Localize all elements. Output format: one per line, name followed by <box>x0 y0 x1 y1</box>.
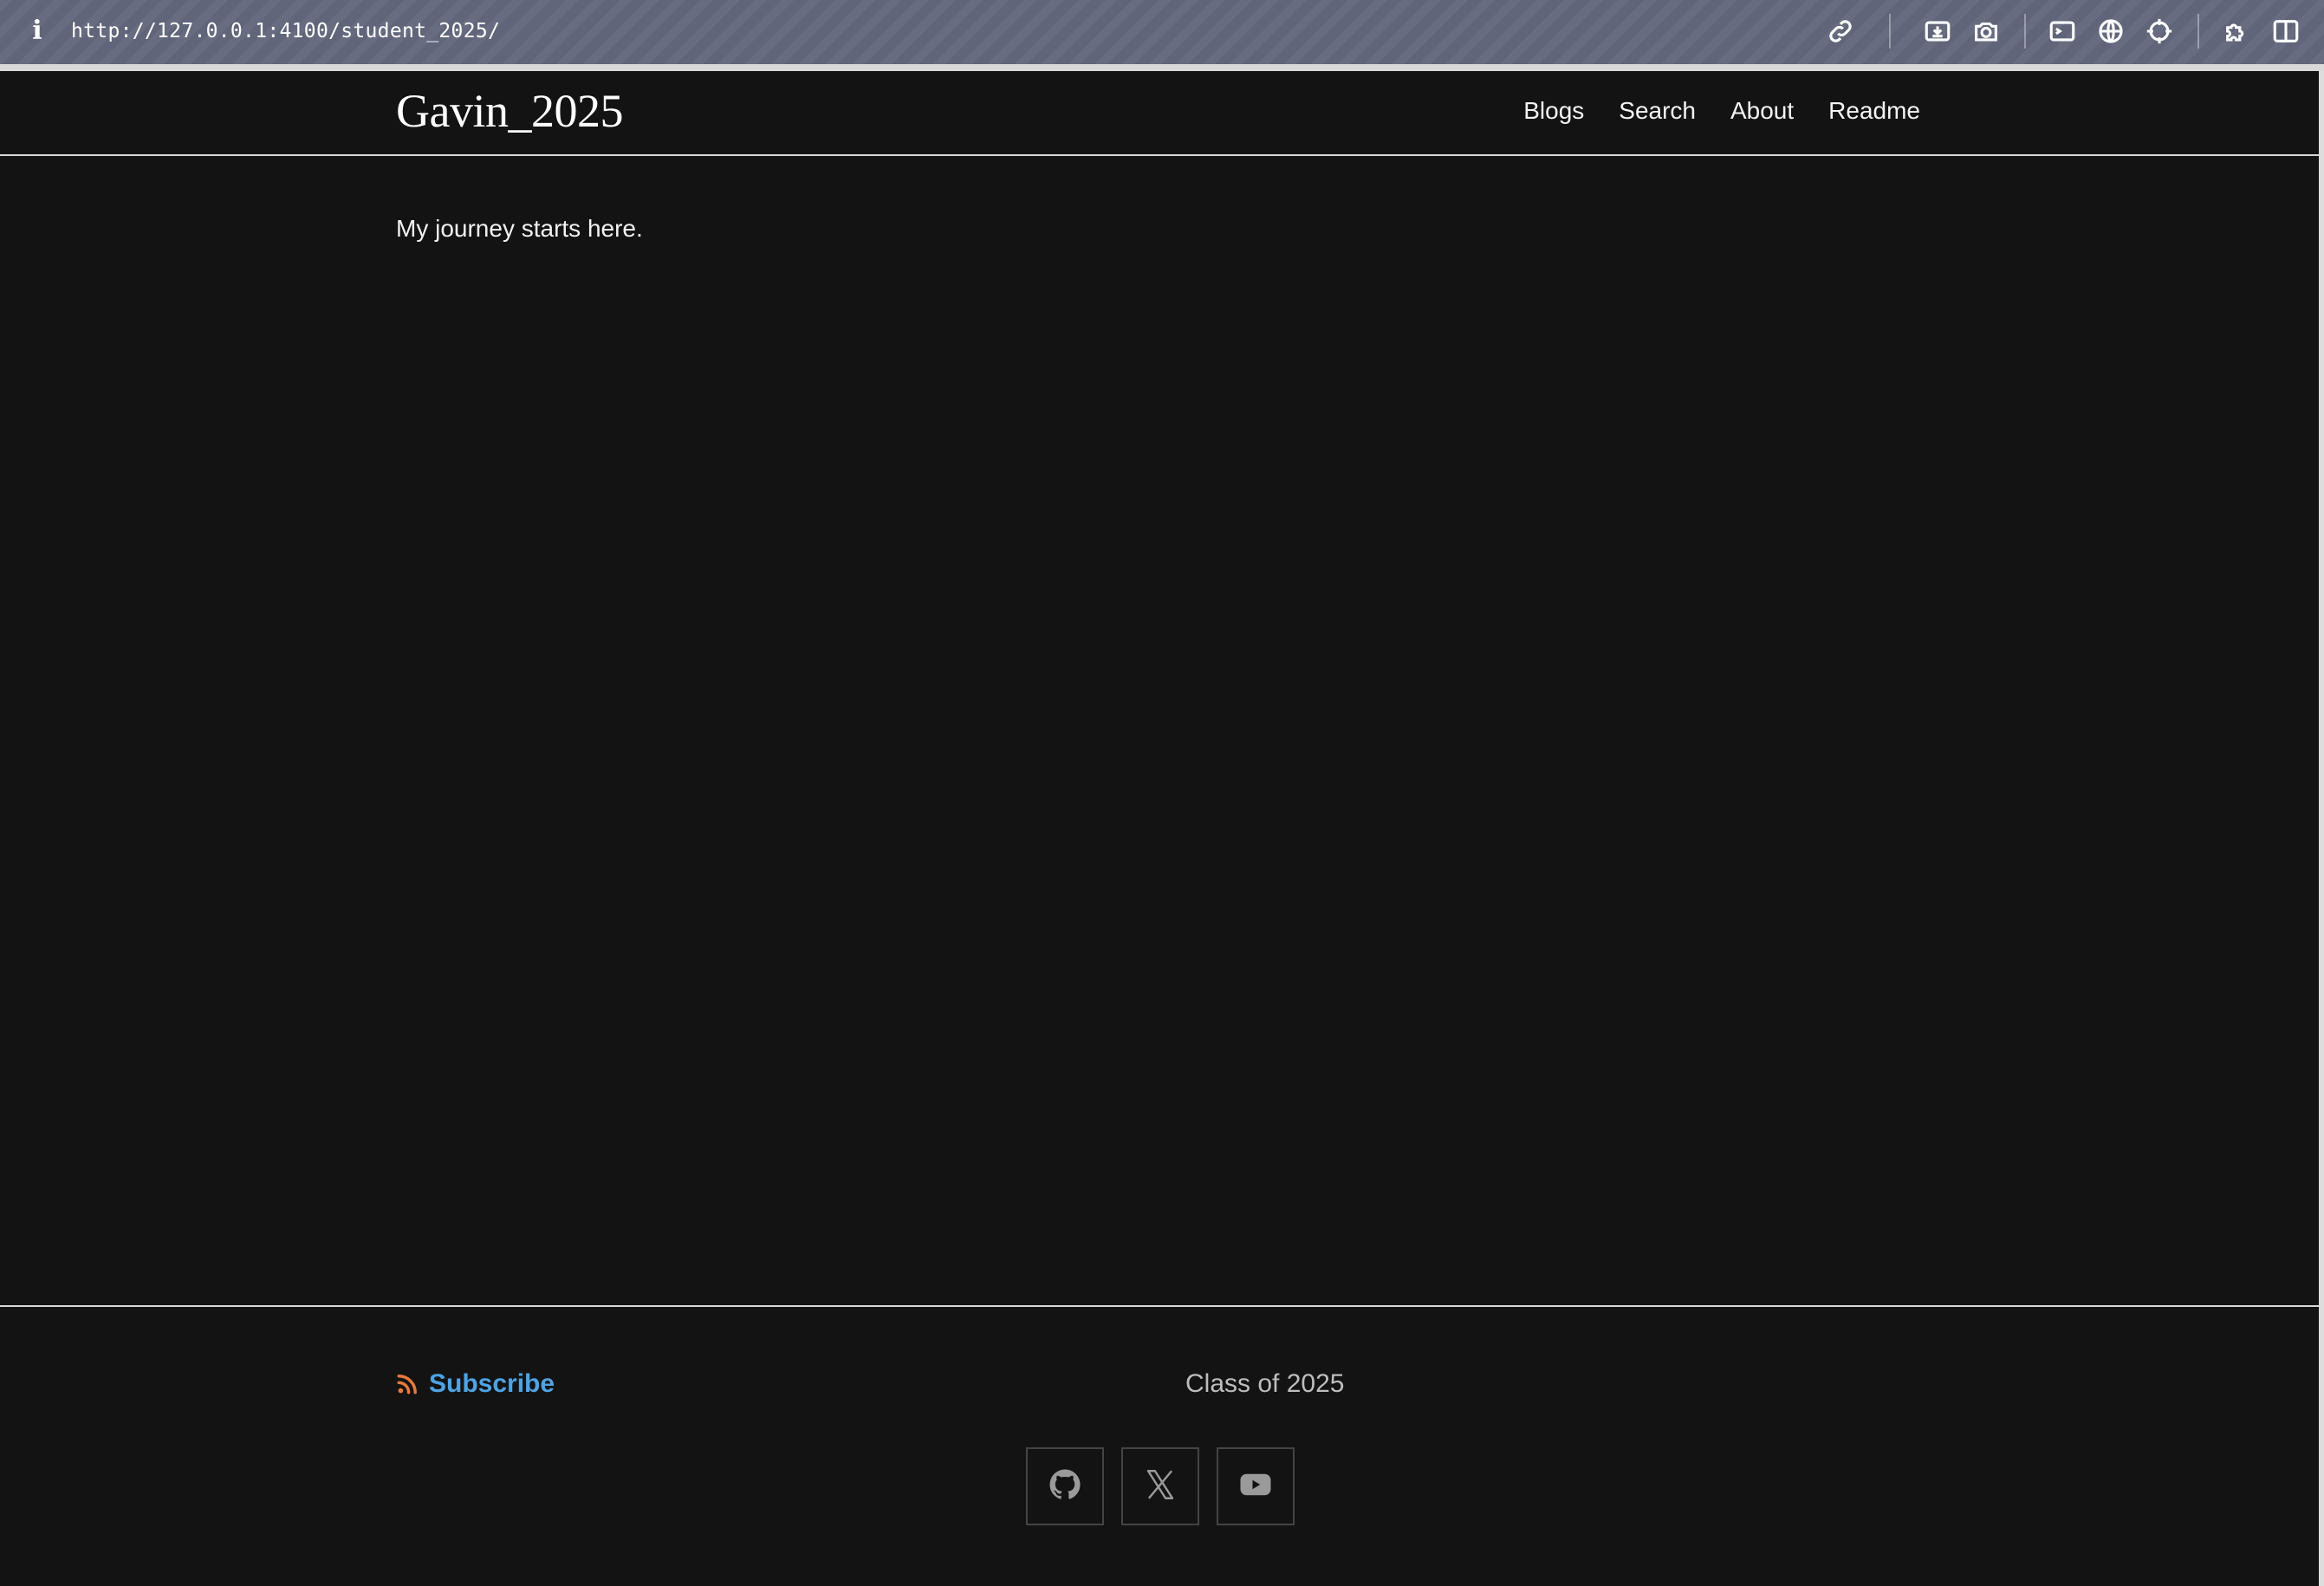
nav-blogs[interactable]: Blogs <box>1523 94 1584 128</box>
site-footer: Subscribe Class of 2025 <box>0 1305 2319 1586</box>
toolbar-divider <box>1889 14 1891 49</box>
browser-chrome-strip <box>0 64 2324 71</box>
scrollbar[interactable] <box>2319 71 2324 1586</box>
rss-icon <box>396 1373 419 1395</box>
download-screenshot-icon[interactable] <box>1920 14 1955 49</box>
social-links <box>1026 1447 1295 1525</box>
x-twitter-icon <box>1142 1466 1178 1507</box>
nav-search[interactable]: Search <box>1619 94 1696 128</box>
sidebar-icon[interactable] <box>2269 14 2303 49</box>
nav-about[interactable]: About <box>1730 94 1794 128</box>
browser-toolbar: i http://127.0.0.1:4100/student_2025/ <box>0 0 2324 64</box>
toolbar-divider <box>2197 14 2199 49</box>
subscribe-label: Subscribe <box>429 1369 555 1398</box>
youtube-link[interactable] <box>1217 1447 1295 1525</box>
footer-note: Class of 2025 <box>1185 1369 1345 1398</box>
intro-text: My journey starts here. <box>396 215 643 242</box>
camera-icon[interactable] <box>1969 14 2003 49</box>
link-icon[interactable] <box>1823 14 1858 49</box>
toolbar-divider <box>2024 14 2026 49</box>
subscribe-link[interactable]: Subscribe <box>396 1364 555 1404</box>
github-icon <box>1047 1466 1083 1507</box>
info-icon[interactable]: i <box>26 16 49 47</box>
globe-icon[interactable] <box>2094 14 2128 49</box>
crosshair-icon[interactable] <box>2142 14 2177 49</box>
main-nav: Blogs Search About Readme <box>1523 94 1920 128</box>
browser-viewport: i http://127.0.0.1:4100/student_2025/ Ga… <box>0 0 2324 1586</box>
github-link[interactable] <box>1026 1447 1104 1525</box>
extensions-icon[interactable] <box>2220 14 2255 49</box>
x-twitter-link[interactable] <box>1121 1447 1199 1525</box>
site-header: Gavin_2025 Blogs Search About Readme <box>0 71 2319 156</box>
terminal-icon[interactable] <box>2045 14 2080 49</box>
site-title-link[interactable]: Gavin_2025 <box>396 85 623 137</box>
youtube-icon <box>1237 1466 1274 1507</box>
address-bar-url[interactable]: http://127.0.0.1:4100/student_2025/ <box>71 16 500 47</box>
nav-readme[interactable]: Readme <box>1828 94 1920 128</box>
